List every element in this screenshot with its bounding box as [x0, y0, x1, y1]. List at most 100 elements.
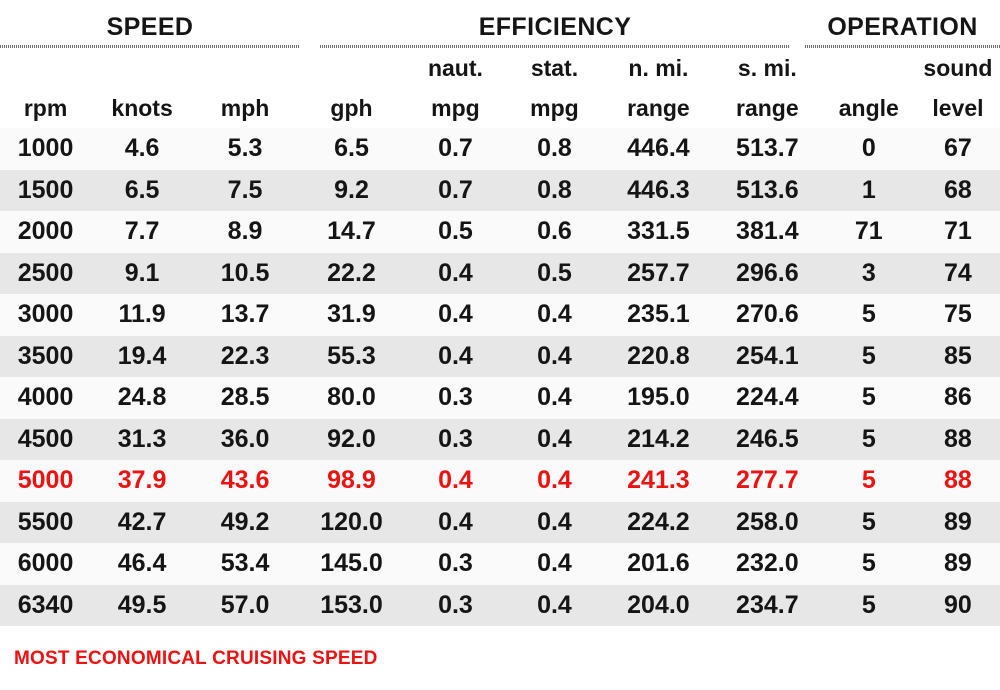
cell-level: 86: [944, 383, 972, 412]
group-speed: SPEED: [0, 0, 300, 48]
cell-angle: 5: [861, 466, 876, 495]
cell-n-mpg: 0.3: [438, 549, 473, 578]
group-gap-b: [790, 0, 805, 48]
performance-data-table: SPEED EFFICIENCY OPERATION naut. stat. n…: [0, 0, 1000, 690]
cell-mph: 5.3: [227, 134, 263, 163]
cell-s-range: 232.0: [736, 549, 799, 578]
cell-n-mpg: 0.4: [438, 466, 473, 495]
table-row: 4500 31.3 36.0 92.0 0.3 0.4 214.2 246.5 5 88: [0, 418, 1000, 460]
group-title-operation: OPERATION: [827, 13, 978, 41]
cell-rpm: 4000: [17, 383, 74, 412]
cell-n-range: 201.6: [627, 549, 690, 578]
cell-rpm: 6000: [17, 549, 74, 578]
header-nmi-range: range: [627, 95, 690, 121]
subheader-smi-range: s. mi.: [737, 55, 797, 81]
group-efficiency: EFFICIENCY: [320, 0, 790, 48]
cell-angle: 5: [861, 424, 876, 453]
cell-gph: 6.5: [334, 134, 369, 163]
subheader-stat-mpg: stat.: [530, 55, 579, 81]
cell-s-mpg: 0.5: [537, 258, 572, 287]
table-row-highlighted: 5000 37.9 43.6 98.9 0.4 0.4 241.3 277.7 5 88: [0, 460, 1000, 502]
header-naut-mpg: mpg: [431, 95, 480, 121]
cell-mph: 28.5: [220, 383, 270, 412]
cell-s-range: 258.0: [736, 507, 799, 536]
cell-rpm: 2500: [17, 258, 74, 287]
subheader-nmi-range: n. mi.: [628, 55, 689, 81]
cell-s-mpg: 0.4: [537, 383, 572, 412]
cell-mph: 7.5: [227, 175, 263, 204]
table-row: 4000 24.8 28.5 80.0 0.3 0.4 195.0 224.4 5 86: [0, 377, 1000, 419]
cell-level: 74: [944, 258, 972, 287]
cell-gph: 22.2: [327, 258, 376, 287]
cell-angle: 5: [861, 300, 876, 329]
cell-n-mpg: 0.4: [438, 258, 473, 287]
cell-s-range: 254.1: [736, 341, 799, 370]
cell-s-range: 270.6: [736, 300, 799, 329]
cell-n-range: 204.0: [627, 590, 690, 619]
cell-level: 89: [944, 507, 972, 536]
cell-s-mpg: 0.4: [537, 590, 572, 619]
cell-s-mpg: 0.4: [537, 466, 572, 495]
header-knots: knots: [111, 95, 173, 121]
cell-knots: 11.9: [118, 300, 166, 329]
cell-mph: 43.6: [220, 466, 270, 495]
cell-s-mpg: 0.8: [537, 175, 572, 204]
footer-legend-note: MOST ECONOMICAL CRUISING SPEED: [14, 648, 378, 669]
cell-gph: 9.2: [334, 175, 369, 204]
cell-level: 71: [944, 217, 972, 246]
cell-n-mpg: 0.3: [438, 590, 473, 619]
cell-rpm: 5500: [17, 507, 74, 536]
table-row: 6340 49.5 57.0 153.0 0.3 0.4 204.0 234.7 5 90: [0, 584, 1000, 626]
subheader-knots: [91, 48, 193, 84]
cell-n-mpg: 0.5: [438, 217, 473, 246]
header-sound-level: level: [932, 95, 984, 121]
cell-level: 89: [944, 549, 972, 578]
cell-n-range: 224.2: [627, 507, 690, 536]
cell-knots: 37.9: [117, 466, 167, 495]
cell-n-range: 331.5: [627, 217, 690, 246]
cell-s-mpg: 0.4: [537, 341, 572, 370]
table-row: 5500 42.7 49.2 120.0 0.4 0.4 224.2 258.0 5 89: [0, 501, 1000, 543]
subheader-sound: sound: [923, 55, 993, 81]
cell-mph: 49.2: [220, 507, 270, 536]
cell-s-mpg: 0.4: [537, 549, 572, 578]
cell-knots: 19.4: [117, 341, 167, 370]
cell-gph: 92.0: [327, 424, 376, 453]
cell-angle: 0: [861, 134, 876, 163]
table-row: 6000 46.4 53.4 145.0 0.3 0.4 201.6 232.0 5 89: [0, 543, 1000, 585]
cell-s-mpg: 0.6: [537, 217, 572, 246]
cell-level: 67: [944, 134, 972, 163]
cell-gph: 80.0: [327, 383, 376, 412]
cell-n-range: 195.0: [627, 383, 690, 412]
subheader-rpm: [0, 48, 91, 84]
cell-mph: 53.4: [220, 549, 270, 578]
cell-mph: 36.0: [220, 424, 270, 453]
cell-n-range: 235.1: [627, 300, 690, 329]
cell-s-mpg: 0.4: [537, 424, 572, 453]
header-stat-mpg: mpg: [530, 95, 579, 121]
cell-angle: 5: [861, 383, 876, 412]
subheader-angle: [822, 48, 916, 84]
cell-s-mpg: 0.4: [537, 300, 572, 329]
cell-rpm: 5000: [17, 466, 74, 495]
cell-level: 75: [944, 300, 972, 329]
cell-level: 88: [944, 466, 972, 495]
cell-n-range: 214.2: [627, 424, 690, 453]
cell-n-range: 220.8: [627, 341, 690, 370]
cell-knots: 9.1: [124, 258, 160, 287]
cell-knots: 31.3: [117, 424, 167, 453]
cell-gph: 31.9: [327, 300, 376, 329]
cell-mph: 10.5: [220, 258, 270, 287]
cell-n-mpg: 0.3: [438, 383, 473, 412]
cell-mph: 13.7: [220, 300, 270, 329]
cell-level: 68: [944, 175, 972, 204]
cell-s-range: 296.6: [736, 258, 799, 287]
cell-angle: 5: [861, 590, 876, 619]
cell-mph: 8.9: [227, 217, 263, 246]
column-header-row: rpm knots mph gph mpg mpg range range an…: [0, 84, 1000, 128]
subheader-mph: [193, 48, 297, 84]
cell-s-range: 224.4: [736, 383, 799, 412]
cell-rpm: 3500: [17, 341, 74, 370]
cell-knots: 4.6: [124, 134, 160, 163]
cell-angle: 5: [861, 549, 876, 578]
